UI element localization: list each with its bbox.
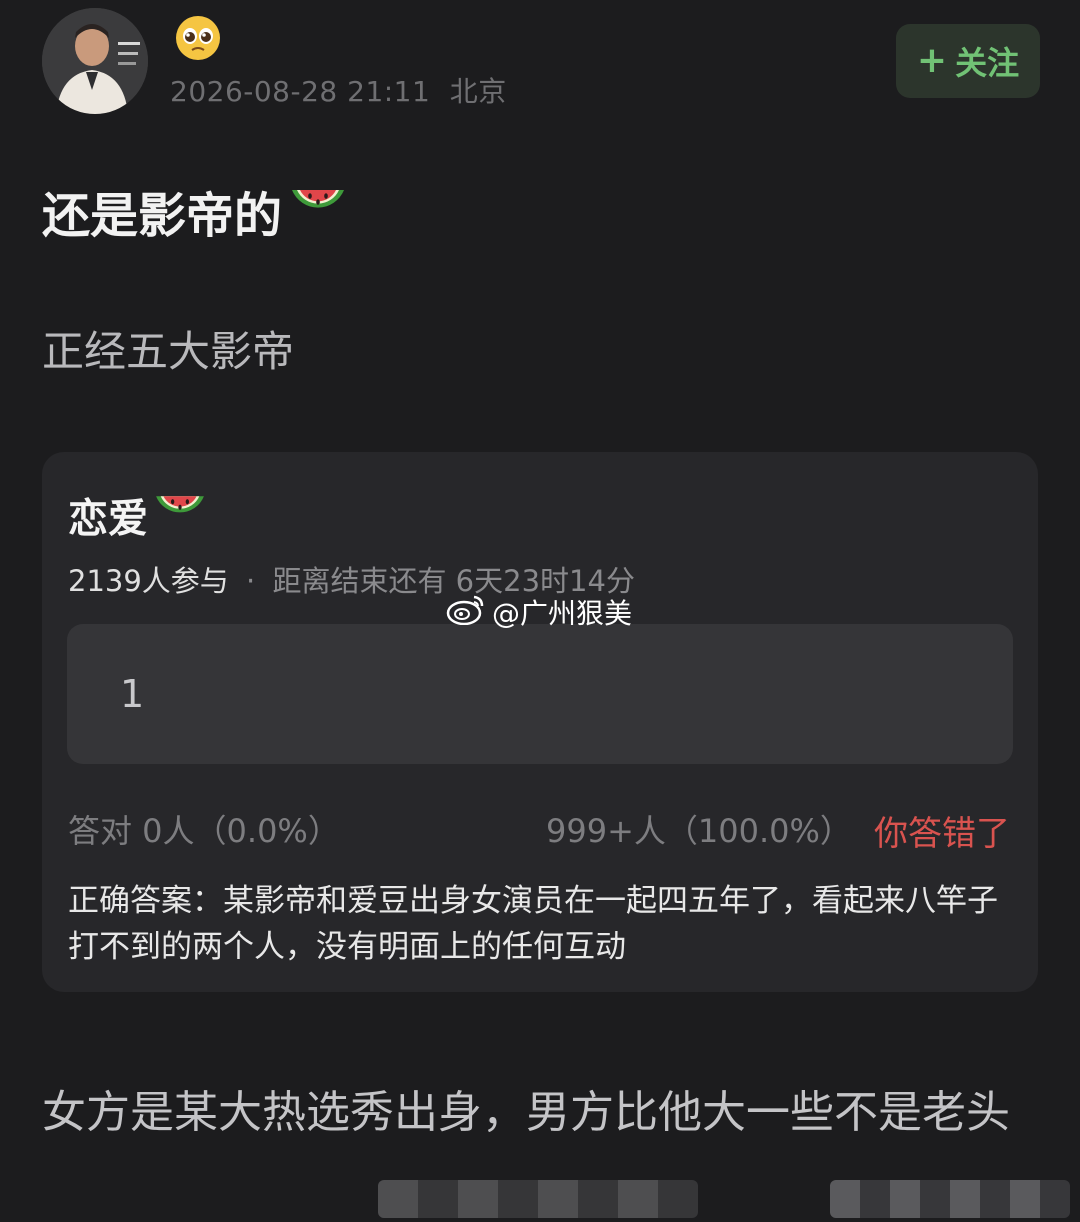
watermelon-icon: [152, 487, 208, 543]
plus-icon: +: [916, 40, 948, 81]
watermark: @广州狠美: [446, 592, 632, 632]
avatar[interactable]: [42, 8, 148, 114]
quiz-option-label: 1: [120, 672, 145, 716]
watermark-text: @广州狠美: [492, 597, 633, 630]
post-timestamp: 2026-08-28 21:11: [170, 75, 431, 108]
quiz-title: 恋爱: [68, 486, 208, 544]
quiz-option[interactable]: [67, 624, 1013, 764]
quiz-participants: 2139人参与: [68, 564, 229, 598]
follow-button[interactable]: + 关注: [896, 24, 1040, 98]
quiz-title-text: 恋爱: [68, 496, 148, 542]
blurred-region: [378, 1180, 698, 1218]
correct-answer: 正确答案：某影帝和爱豆出身女演员在一起四五年了，看起来八竿子打不到的两个人，没有…: [68, 883, 998, 965]
post-title: 还是影帝的: [42, 176, 348, 246]
post-title-text: 还是影帝的: [42, 188, 283, 244]
post-meta: 2026-08-28 21:11 北京: [170, 70, 507, 110]
follow-label: 关注: [955, 44, 1020, 82]
weibo-icon: [446, 593, 486, 632]
post-body: 女方是某大热选秀出身，男方比他大一些不是老头: [42, 1087, 1010, 1138]
result-wrong: 你答错了: [874, 814, 1010, 854]
pleading-face-icon: [174, 14, 222, 62]
other-stat: 999+人（100.0%）: [546, 812, 852, 850]
watermelon-icon: [288, 180, 348, 242]
post-subtitle: 正经五大影帝: [42, 327, 295, 376]
blurred-region: [830, 1180, 1070, 1218]
correct-stat: 答对 0人（0.0%）: [68, 812, 340, 850]
quiz-separator: ·: [246, 564, 256, 598]
post-location: 北京: [449, 75, 507, 108]
